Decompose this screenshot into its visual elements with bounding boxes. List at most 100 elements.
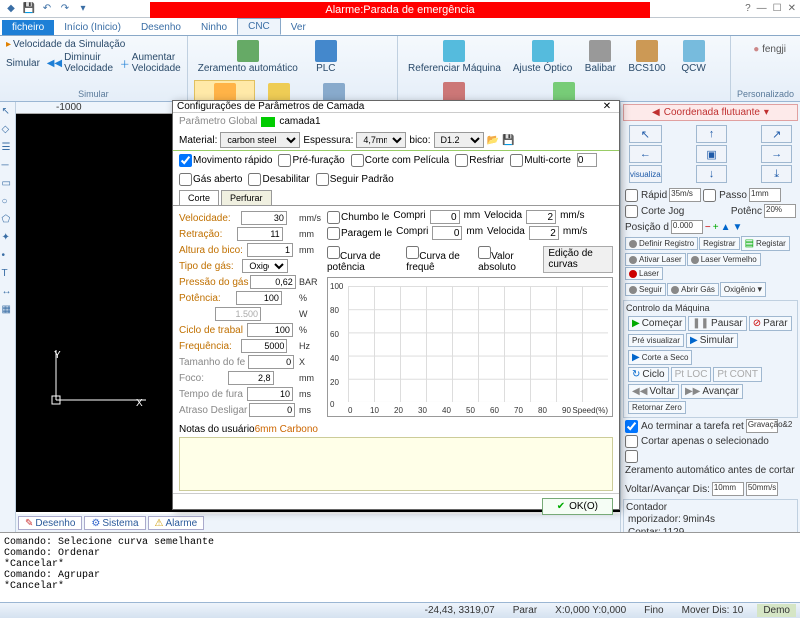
- in-atraso[interactable]: [249, 403, 295, 417]
- btn-avancar[interactable]: ▶▶Avançar: [681, 384, 743, 399]
- param-global-link[interactable]: Parâmetro Global: [179, 116, 257, 127]
- tool-select-icon[interactable]: ↖: [2, 106, 14, 118]
- vadis2[interactable]: 50mm/s: [746, 482, 778, 496]
- in-tfura[interactable]: [247, 387, 293, 401]
- ok-button[interactable]: ✔OK(O): [542, 498, 613, 515]
- sim-button[interactable]: Simular: [6, 58, 40, 69]
- tool-poly-icon[interactable]: ⬠: [2, 214, 14, 226]
- jog-home[interactable]: ▣: [696, 145, 727, 163]
- multi-count[interactable]: [577, 153, 597, 167]
- jog-s[interactable]: ↓: [696, 165, 727, 183]
- btn-balibar[interactable]: Balibar: [580, 38, 620, 76]
- sel-oxigenio[interactable]: Oxigênio▾: [720, 282, 766, 297]
- btn-definir[interactable]: Definir Registro: [625, 237, 698, 250]
- tool-gallery-icon[interactable]: ▦: [2, 304, 14, 316]
- jog-ne[interactable]: ↗: [761, 125, 792, 143]
- pos-minus-icon[interactable]: −: [705, 222, 711, 233]
- btn-ajuste[interactable]: Ajuste Óptico: [509, 38, 576, 76]
- chk-pel[interactable]: [351, 154, 364, 167]
- jog-n[interactable]: ↑: [696, 125, 727, 143]
- chk-des[interactable]: [248, 173, 261, 186]
- vadis1[interactable]: 10mm: [712, 482, 744, 496]
- chk-mov[interactable]: [179, 154, 192, 167]
- tool-text-icon[interactable]: T: [2, 268, 14, 280]
- tab-inicio[interactable]: Início (Inicio): [54, 20, 131, 35]
- chk-cortejog[interactable]: [625, 205, 638, 218]
- btn-qcw[interactable]: QCW: [674, 38, 714, 76]
- tool-rect-icon[interactable]: ▭: [2, 178, 14, 190]
- btn-laser[interactable]: Laser: [625, 267, 663, 280]
- chk-curvafreq[interactable]: [406, 246, 419, 259]
- in-pico[interactable]: [215, 307, 261, 321]
- chk-cortarsel[interactable]: [625, 435, 638, 448]
- in-vel1[interactable]: [526, 210, 556, 224]
- chk-res[interactable]: [455, 154, 468, 167]
- btn-abrirgas[interactable]: Abrir Gás: [667, 283, 719, 296]
- btn-comecar[interactable]: ▶Começar: [628, 316, 686, 331]
- in-freq[interactable]: [241, 339, 287, 353]
- inc-speed[interactable]: Aumentar Velocidade: [132, 52, 181, 74]
- btn-voltar[interactable]: ◀◀Voltar: [628, 384, 679, 399]
- material-select[interactable]: carbon steel: [220, 132, 300, 148]
- dropdown-icon[interactable]: ▾: [76, 2, 90, 16]
- btab-sistema[interactable]: ⚙Sistema: [84, 516, 145, 530]
- help-icon[interactable]: ?: [745, 3, 751, 14]
- tab-corte[interactable]: Corte: [179, 190, 219, 205]
- btn-pausar[interactable]: ❚❚Pausar: [688, 316, 746, 331]
- tool-line-icon[interactable]: ─: [2, 160, 14, 172]
- tool-star-icon[interactable]: ✦: [2, 232, 14, 244]
- chk-seg[interactable]: [316, 173, 329, 186]
- btn-registar[interactable]: ▤Registar: [741, 236, 790, 251]
- btn-ptloc[interactable]: Pt LOC: [671, 367, 712, 382]
- close-icon[interactable]: ✕: [788, 3, 796, 14]
- sel-gas[interactable]: Oxigênio: [242, 259, 288, 273]
- status-fino[interactable]: Fino: [640, 605, 667, 616]
- in-ret[interactable]: [237, 227, 283, 241]
- chk-chumbo[interactable]: [327, 211, 340, 224]
- tab-desenho[interactable]: Desenho: [131, 20, 191, 35]
- layer-swatch[interactable]: [261, 117, 275, 127]
- btn-bcs[interactable]: BCS100: [624, 38, 669, 76]
- tab-cnc[interactable]: CNC: [237, 18, 281, 35]
- in-pres[interactable]: [250, 275, 296, 289]
- btn-editcurvas[interactable]: Edição de curvas: [543, 246, 613, 273]
- chk-curvapot[interactable]: [327, 246, 340, 259]
- bico-select[interactable]: D1.2: [434, 132, 484, 148]
- btn-laserverm[interactable]: Laser Vermelho: [687, 253, 761, 266]
- gravacao-sel[interactable]: Gravação&2: [746, 419, 778, 433]
- chk-rapid[interactable]: [625, 189, 638, 202]
- btab-desenho[interactable]: ✎Desenho: [18, 516, 82, 530]
- pos-plus-icon[interactable]: +: [713, 222, 719, 233]
- btn-ptcont[interactable]: Pt CONT: [713, 367, 762, 382]
- dialog-close-icon[interactable]: ✕: [599, 101, 615, 112]
- jog-visualiza[interactable]: visualiza: [629, 165, 662, 183]
- passo-value[interactable]: 1mm: [749, 188, 781, 202]
- jog-nw[interactable]: ↖: [629, 125, 662, 143]
- layer-name[interactable]: camada1: [279, 116, 320, 127]
- chk-multi[interactable]: [510, 154, 523, 167]
- tool-circle-icon[interactable]: ○: [2, 196, 14, 208]
- jog-zdown[interactable]: ⤓: [761, 165, 792, 183]
- chk-pre[interactable]: [278, 154, 291, 167]
- chk-zerauto[interactable]: [625, 450, 638, 463]
- save-param-icon[interactable]: 💾: [502, 135, 514, 146]
- espessura-select[interactable]: 4,7mm: [356, 132, 406, 148]
- tab-file[interactable]: ficheiro: [2, 20, 54, 35]
- undo-icon[interactable]: ↶: [40, 2, 54, 16]
- in-vel[interactable]: [241, 211, 287, 225]
- btn-seguir[interactable]: Seguir: [625, 283, 666, 296]
- tool-point-icon[interactable]: •: [2, 250, 14, 262]
- tool-measure-icon[interactable]: ↔: [2, 286, 14, 298]
- pos-value[interactable]: 0.000: [671, 220, 703, 234]
- btn-simular[interactable]: ▶Simular: [686, 333, 738, 348]
- chk-valabs[interactable]: [478, 246, 491, 259]
- chk-passo[interactable]: [703, 189, 716, 202]
- open-icon[interactable]: 📂: [487, 135, 499, 146]
- btn-zeramento[interactable]: Zeramento automático: [194, 38, 302, 76]
- in-foco[interactable]: [228, 371, 274, 385]
- dec-speed[interactable]: Diminuir Velocidade: [64, 52, 113, 74]
- btn-parar[interactable]: ⊘Parar: [749, 316, 792, 331]
- in-alt[interactable]: [247, 243, 293, 257]
- chk-gas[interactable]: [179, 173, 192, 186]
- in-vel2[interactable]: [529, 226, 559, 240]
